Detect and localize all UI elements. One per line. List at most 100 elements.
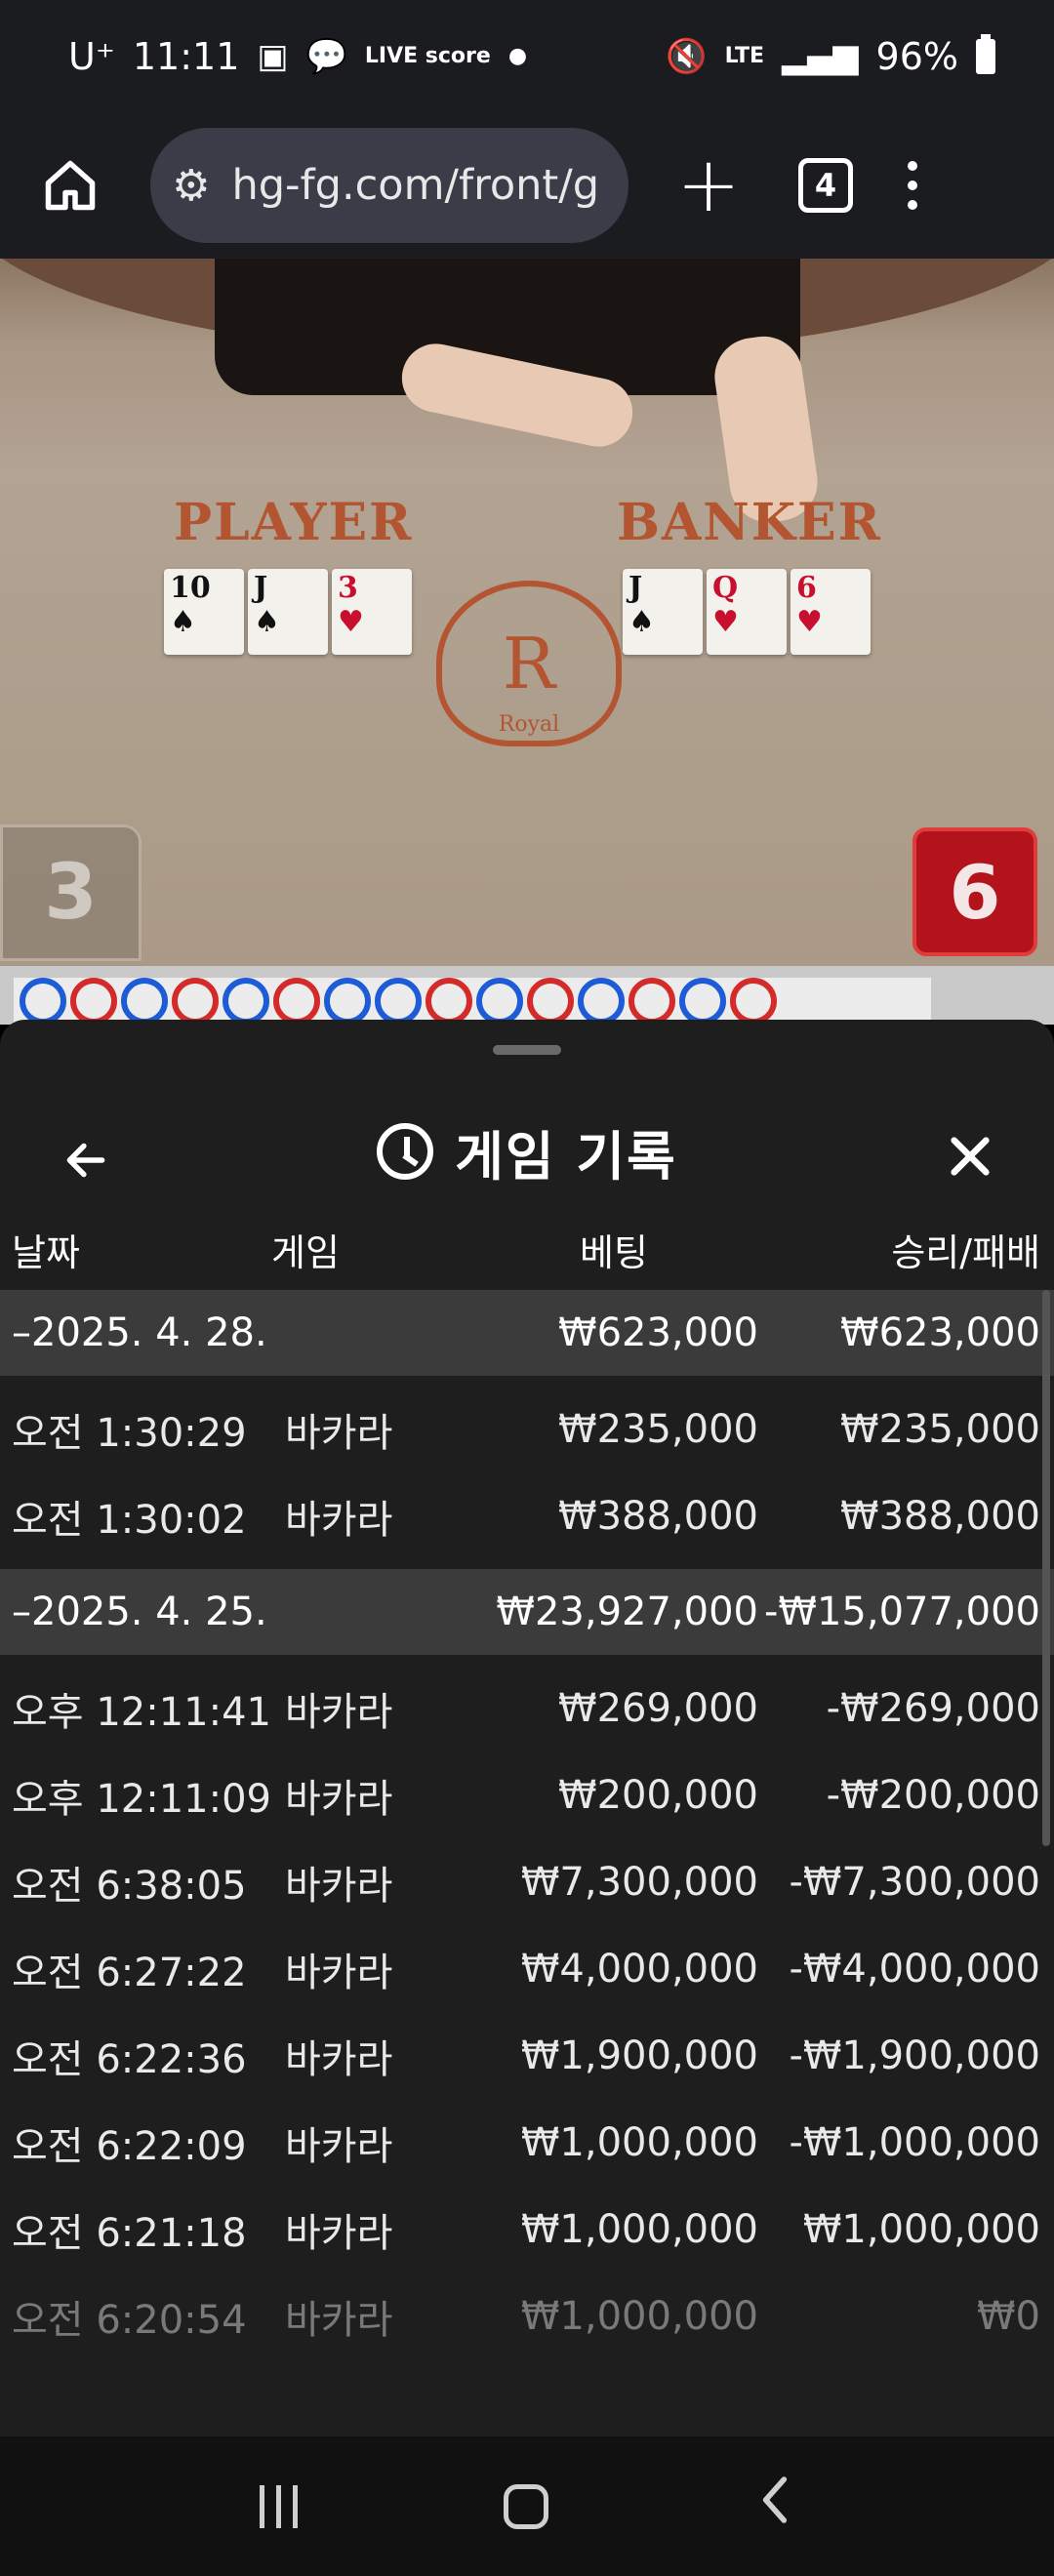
history-entry-row[interactable]: 오전 6:22:36 바카라 ₩1,900,000 -₩1,900,000 [0, 2012, 1054, 2099]
sheet-drag-handle[interactable] [493, 1045, 561, 1055]
history-entry-row[interactable]: 오전 6:27:22 바카라 ₩4,000,000 -₩4,000,000 [0, 1925, 1054, 2012]
back-nav-icon[interactable] [755, 2471, 794, 2543]
entry-result: -₩269,000 [826, 1685, 1040, 1731]
player-score: 3 [0, 825, 142, 961]
entry-bet: ₩388,000 [558, 1493, 758, 1539]
player-label: PLAYER [174, 493, 414, 552]
system-nav-bar [0, 2436, 1054, 2576]
entry-bet: ₩200,000 [558, 1772, 758, 1818]
entry-time: 오전 6:27:22 [12, 1950, 247, 1995]
entry-bet: ₩1,000,000 [520, 2119, 758, 2165]
player-bead [679, 978, 726, 1025]
history-entry-row[interactable]: 오후 12:11:41 바카라 ₩269,000 -₩269,000 [0, 1665, 1054, 1751]
entry-game: 바카라 [285, 1776, 393, 1822]
banker-bead [273, 978, 320, 1025]
banker-bead [426, 978, 472, 1025]
chat-notification-icon: 💬 [305, 36, 347, 76]
browser-toolbar: ⚙ hg-fg.com/front/g + 4 [0, 112, 1054, 259]
bead-road [14, 978, 931, 1025]
battery-icon [976, 33, 995, 74]
player-bead [20, 978, 66, 1025]
entry-time: 오전 1:30:29 [12, 1410, 247, 1456]
history-entry-row[interactable]: 오전 1:30:02 바카라 ₩388,000 ₩388,000 [0, 1472, 1054, 1559]
entry-bet: ₩1,900,000 [520, 2033, 758, 2078]
entry-game: 바카라 [285, 2297, 393, 2343]
new-tab-button[interactable]: + [668, 141, 750, 229]
entry-result: ₩1,000,000 [802, 2206, 1040, 2252]
site-settings-icon[interactable]: ⚙ [172, 161, 210, 211]
entry-game: 바카라 [285, 2123, 393, 2169]
tab-switcher-button[interactable]: 4 [798, 158, 853, 213]
url-text: hg-fg.com/front/g [231, 161, 600, 210]
history-scrollbar[interactable] [1042, 1290, 1050, 1846]
entry-game: 바카라 [285, 1497, 393, 1543]
card-rank: J [628, 571, 643, 605]
gallery-notification-icon: ▣ [257, 36, 289, 76]
signal-icon: ▂▄▆ [782, 36, 859, 76]
banker-score: 6 [912, 827, 1037, 956]
history-entry-row[interactable]: 오전 6:21:18 바카라 ₩1,000,000 ₩1,000,000 [0, 2186, 1054, 2273]
banker-bead [730, 978, 777, 1025]
entry-result: ₩388,000 [840, 1493, 1040, 1539]
status-bar: U⁺ 11:11 ▣ 💬 LIVE score ● 🔇 LTE ▂▄▆ 96% [0, 0, 1054, 112]
entry-result: -₩7,300,000 [789, 1859, 1040, 1905]
entry-time: 오전 6:22:36 [12, 2036, 247, 2082]
banker-bead [70, 978, 117, 1025]
history-entry-row[interactable]: 오전 6:20:54 바카라 ₩1,000,000 ₩0 [0, 2273, 1054, 2359]
date-group-row[interactable]: –2025. 4. 28. ₩623,000 ₩623,000 [0, 1290, 1054, 1376]
card-suit: ♠ [170, 605, 196, 639]
more-menu-icon[interactable] [908, 161, 917, 210]
more-notifications-dot-icon: ● [507, 44, 528, 68]
history-list[interactable]: –2025. 4. 28. ₩623,000 ₩623,000 오전 1:30:29 바… [0, 1290, 1054, 2369]
recent-apps-icon[interactable] [259, 2484, 298, 2528]
card-suit: ♠ [628, 605, 655, 639]
history-table-header: 날짜 게임 베팅 승리/패배 [0, 1215, 1054, 1283]
entry-time: 오전 6:21:18 [12, 2210, 247, 2256]
battery-percent: 96% [875, 34, 958, 78]
livescore-notification-icon: LIVE score [364, 43, 491, 68]
entry-game: 바카라 [285, 1689, 393, 1735]
entry-bet: ₩1,000,000 [520, 2206, 758, 2252]
entry-time: 오후 12:11:09 [12, 1776, 271, 1822]
entry-result: ₩0 [977, 2293, 1040, 2339]
entry-time: 오전 6:22:09 [12, 2123, 247, 2169]
history-entry-row[interactable]: 오전 1:30:29 바카라 ₩235,000 ₩235,000 [0, 1386, 1054, 1472]
entry-result: -₩4,000,000 [789, 1946, 1040, 1992]
group-bet-total: ₩23,927,000 [496, 1590, 758, 1634]
history-entry-row[interactable]: 오전 6:22:09 바카라 ₩1,000,000 -₩1,000,000 [0, 2099, 1054, 2186]
bead-road-strip [0, 966, 1054, 1025]
playing-card: 6 ♥ [790, 569, 871, 655]
banker-label: BANKER [617, 493, 882, 552]
entry-bet: ₩4,000,000 [520, 1946, 758, 1992]
card-rank: Q [712, 571, 739, 605]
sheet-title: 게임 기록 [455, 1125, 677, 1187]
entry-result: -₩1,900,000 [789, 2033, 1040, 2078]
banker-bead [527, 978, 574, 1025]
player-bead [375, 978, 422, 1025]
group-result-total: -₩15,077,000 [763, 1590, 1040, 1634]
entry-time: 오전 1:30:02 [12, 1497, 247, 1543]
player-bead [121, 978, 168, 1025]
entry-result: ₩235,000 [840, 1406, 1040, 1452]
playing-card: 3 ♥ [332, 569, 412, 655]
home-nav-icon[interactable] [504, 2483, 549, 2529]
group-result-total: ₩623,000 [840, 1310, 1040, 1355]
date-group-row[interactable]: –2025. 4. 25. ₩23,927,000 -₩15,077,000 [0, 1569, 1054, 1655]
address-bar[interactable]: ⚙ hg-fg.com/front/g [150, 128, 628, 243]
history-entry-row[interactable]: 오후 12:11:09 바카라 ₩200,000 -₩200,000 [0, 1751, 1054, 1838]
card-rank: 6 [796, 571, 817, 605]
live-game-video[interactable]: PLAYER BANKER 10 ♠ J ♠ 3 ♥ J ♠ Q ♥ 6 ♥ R Royal 3 6 [0, 259, 1054, 966]
history-icon [377, 1123, 434, 1180]
group-bet-total: ₩623,000 [558, 1310, 758, 1355]
playing-card: 10 ♠ [164, 569, 244, 655]
entry-game: 바카라 [285, 2210, 393, 2256]
card-suit: ♥ [796, 605, 823, 639]
home-icon[interactable] [29, 144, 111, 226]
history-entry-row[interactable]: 오전 6:38:05 바카라 ₩7,300,000 -₩7,300,000 [0, 1838, 1054, 1925]
clock: 11:11 [132, 34, 240, 78]
player-bead [324, 978, 371, 1025]
entry-game: 바카라 [285, 1950, 393, 1995]
sheet-header: 게임 기록 [0, 1068, 1054, 1234]
playing-card: J ♠ [248, 569, 328, 655]
